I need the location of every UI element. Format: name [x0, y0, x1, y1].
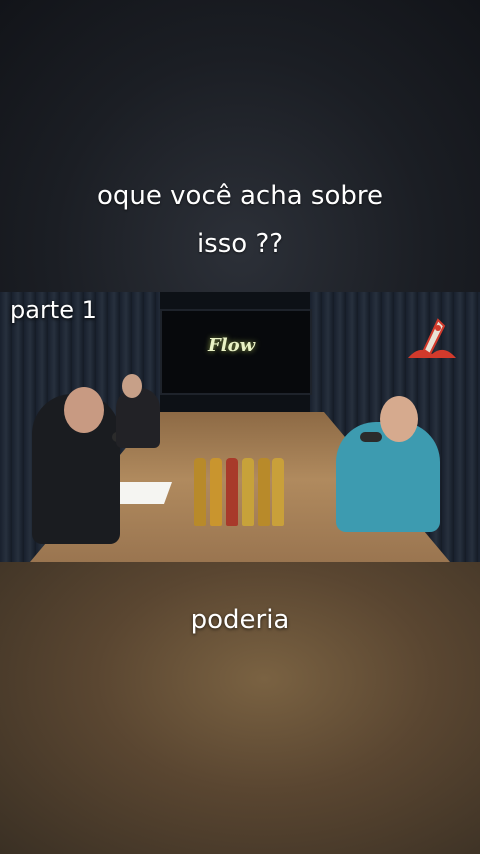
studio-screen: Flow [160, 309, 312, 395]
video-frame[interactable]: Flow [0, 292, 480, 562]
flow-logo: Flow [208, 335, 256, 356]
host-middle-head [122, 374, 142, 398]
bottle-4 [242, 458, 254, 526]
top-caption-line-2: isso ?? [196, 229, 284, 259]
microphone-right [360, 432, 382, 442]
host-left-head [64, 387, 104, 433]
top-caption-line-1: oque você acha sobre [97, 181, 383, 211]
bottle-2 [210, 458, 222, 526]
bottle-1 [194, 458, 206, 526]
host-middle [116, 388, 160, 448]
top-caption: oque você acha sobre isso ?? [40, 172, 440, 268]
rocket-logo-icon [408, 318, 456, 358]
bottom-caption: poderia [190, 605, 290, 635]
guest-right-head [380, 396, 418, 442]
bottle-5 [258, 458, 270, 526]
bottle-6 [272, 458, 284, 526]
bottle-3 [226, 458, 238, 526]
part-label: parte 1 [10, 296, 97, 324]
